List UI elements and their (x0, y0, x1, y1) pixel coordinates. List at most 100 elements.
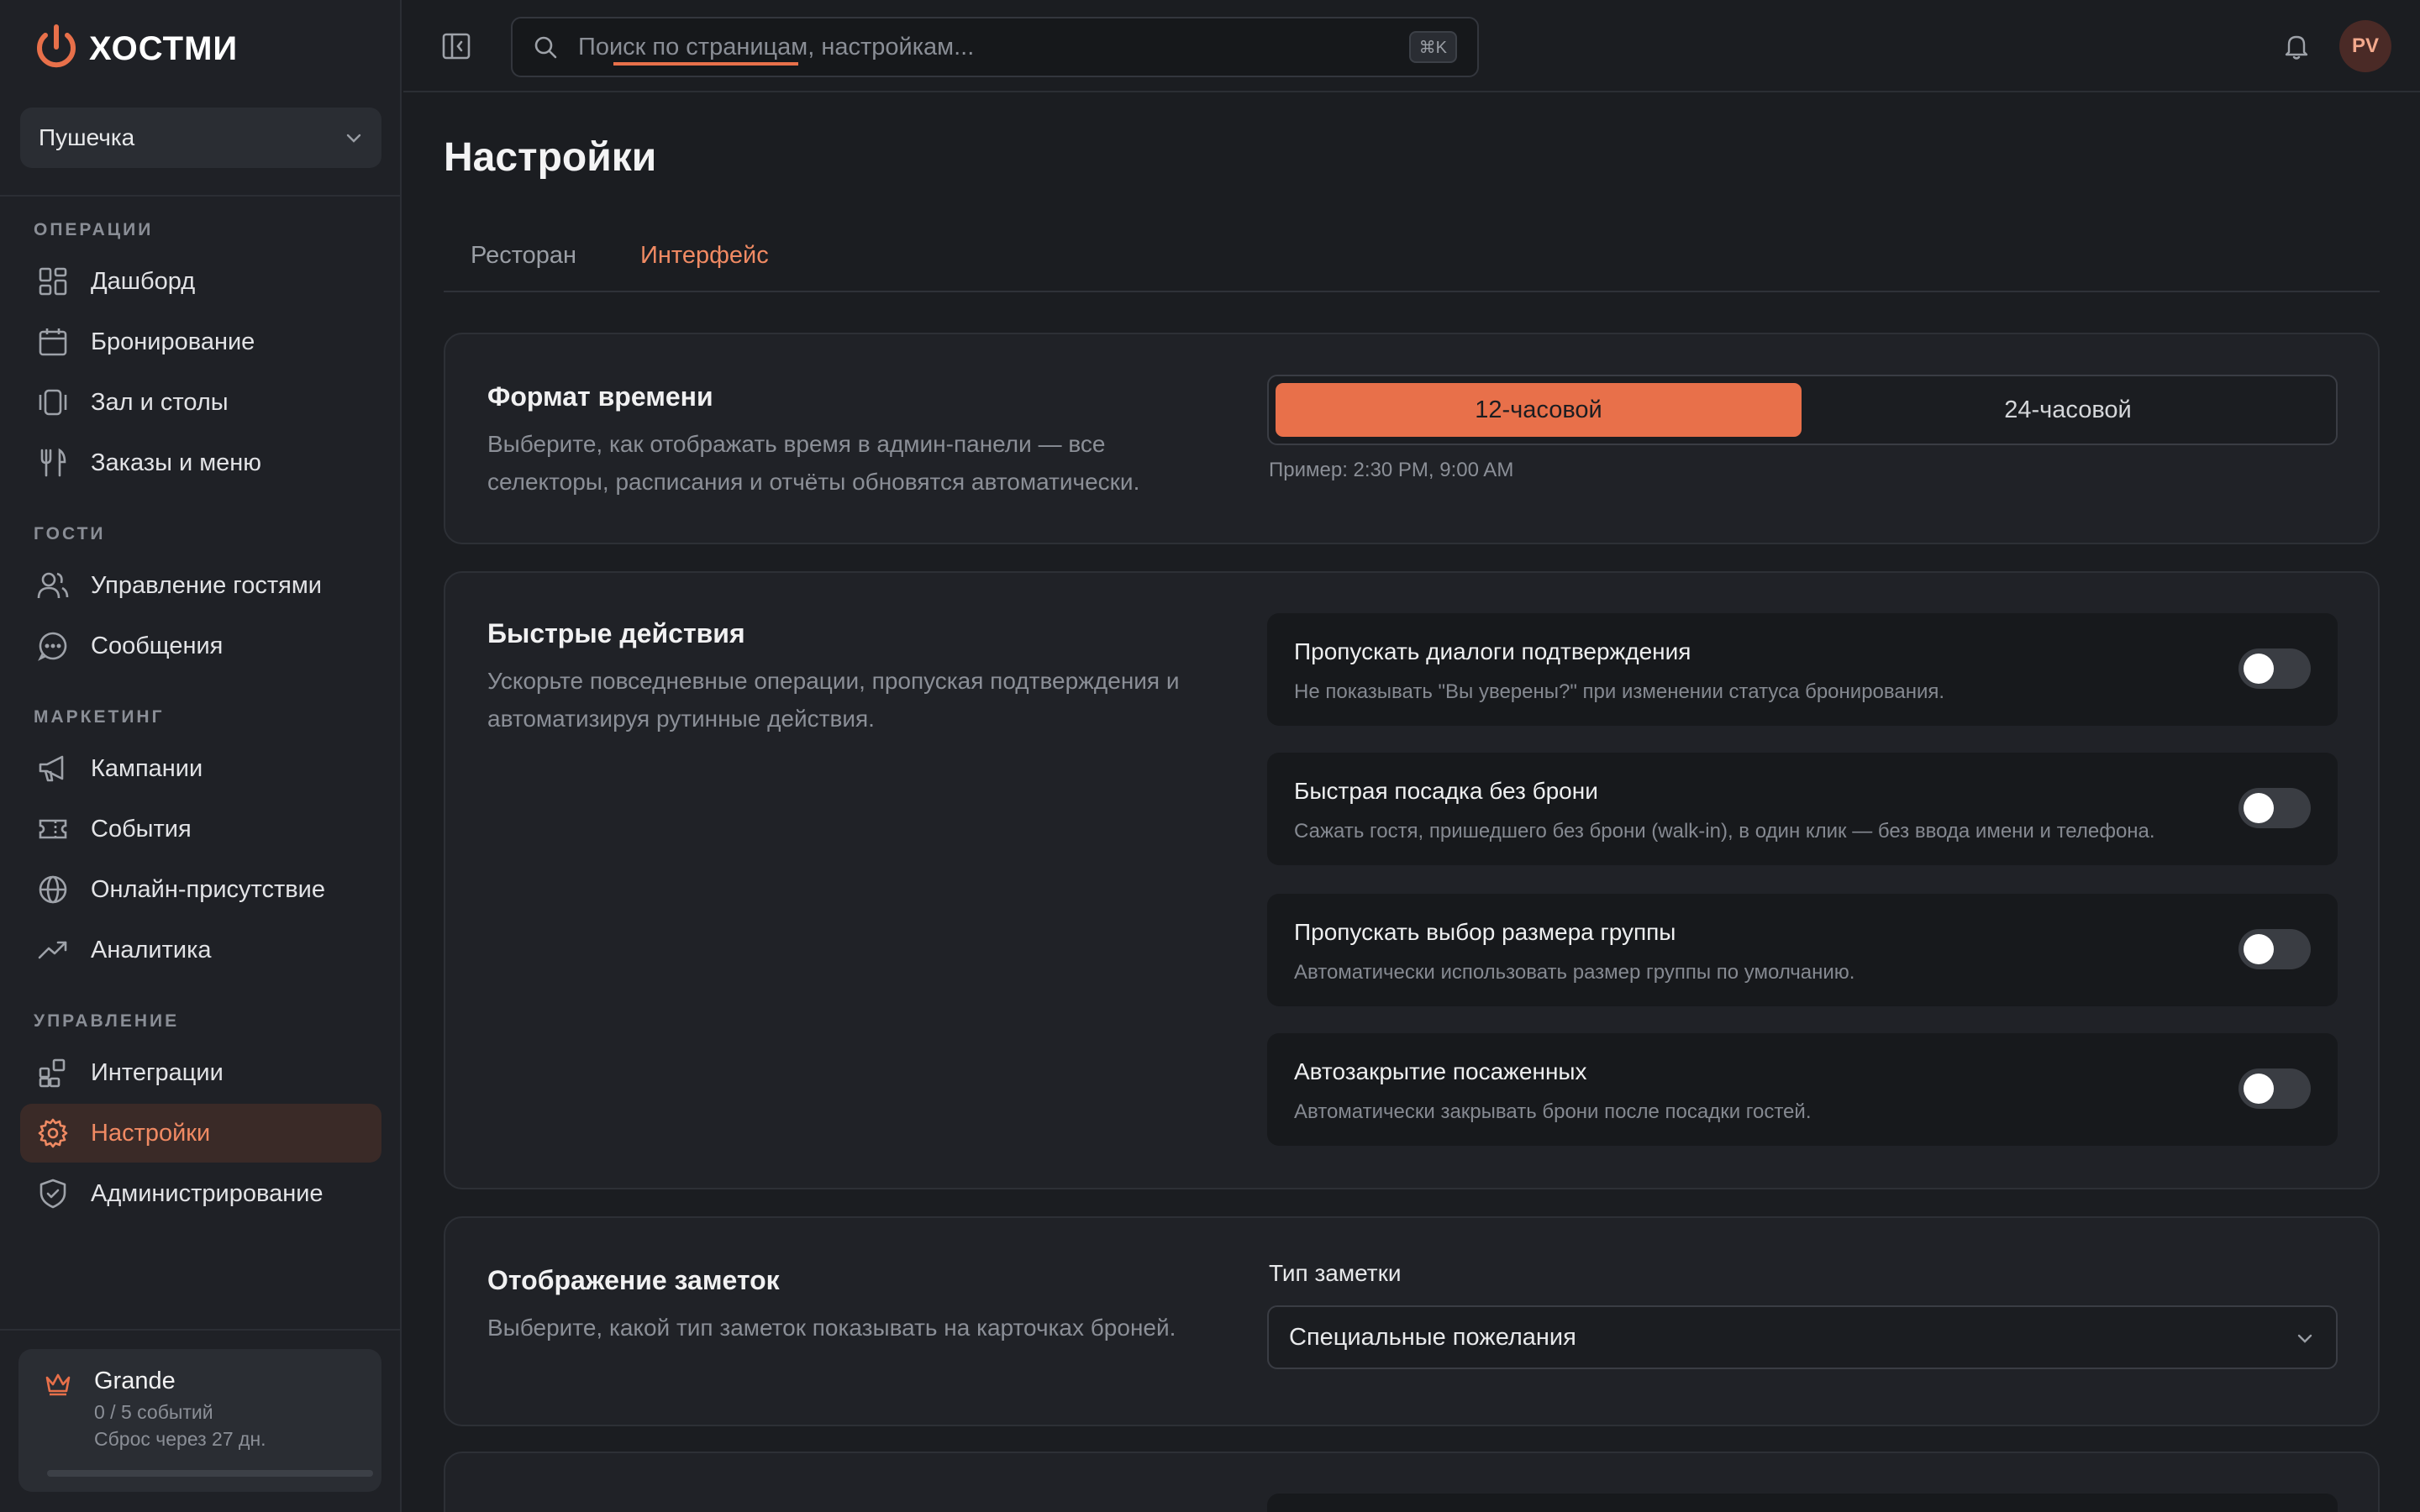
brand-logo[interactable]: ХОСТМИ (34, 24, 238, 74)
option-description: Автоматически закрывать брони после поса… (1294, 1100, 1812, 1123)
toggle-auto-close-seated[interactable] (2238, 1068, 2311, 1109)
option-title: Пропускать диалоги подтверждения (1294, 638, 1691, 664)
plan-usage: 0 / 5 событий (94, 1401, 213, 1423)
plan-progress-bar (47, 1470, 373, 1477)
sidebar-item-settings[interactable]: Настройки (20, 1104, 381, 1163)
sidebar-item-label: Кампании (91, 754, 203, 782)
sidebar-divider (0, 1329, 402, 1331)
notes-display-title: Отображение заметок (487, 1265, 780, 1295)
gear-icon (38, 1118, 68, 1148)
sidebar-item-label: Администрирование (91, 1179, 324, 1207)
section-label-guests: ГОСТИ (34, 524, 106, 543)
sidebar-item-label: Заказы и меню (91, 449, 262, 476)
sidebar-item-label: Зал и столы (91, 388, 229, 416)
option-description: Не показывать "Вы уверены?" при изменени… (1294, 680, 1945, 703)
sidebar-item-campaigns[interactable]: Кампании (20, 739, 381, 798)
integrations-icon (39, 1058, 66, 1088)
dashboard-icon (39, 267, 67, 296)
section-label-operations: ОПЕРАЦИИ (34, 220, 154, 239)
crown-icon (45, 1373, 71, 1396)
sidebar: ХОСТМИ Пушечка ОПЕРАЦИИ Дашборд Брониров… (0, 0, 402, 1512)
option-skip-party-size: Пропускать выбор размера группы Автомати… (1267, 894, 2338, 1006)
section-label-management: УПРАВЛЕНИЕ (34, 1011, 180, 1031)
notes-display-card: Отображение заметок Выберите, какой тип … (444, 1216, 2380, 1426)
option-description: Автоматически использовать размер группы… (1294, 961, 1855, 984)
option-title: Пропускать выбор размера группы (1294, 919, 1676, 945)
sidebar-item-messages[interactable]: Сообщения (20, 617, 381, 675)
sidebar-toggle-icon[interactable] (440, 30, 472, 62)
megaphone-icon (39, 755, 64, 782)
sidebar-item-label: Настройки (91, 1119, 211, 1147)
sidebar-item-events[interactable]: События (20, 800, 381, 858)
sidebar-item-label: Бронирование (91, 328, 255, 355)
globe-icon (39, 875, 67, 904)
brand-name: ХОСТМИ (89, 29, 239, 67)
tables-icon (39, 389, 67, 416)
sidebar-item-admin[interactable]: Администрирование (20, 1164, 381, 1223)
notes-display-description: Выберите, какой тип заметок показывать н… (487, 1315, 1176, 1341)
time-format-example: Пример: 2:30 PM, 9:00 AM (1269, 459, 1514, 481)
toggle-skip-party-size[interactable] (2238, 929, 2311, 969)
time-format-title: Формат времени (487, 381, 713, 412)
tab-interface[interactable]: Интерфейс (640, 242, 769, 270)
time-format-switch: 12-часовой 24-часовой (1267, 375, 2338, 445)
time-format-description: Выберите, как отображать время в админ-п… (487, 431, 1140, 495)
quick-actions-card: Быстрые действия Ускорьте повседневные о… (444, 571, 2380, 1189)
sidebar-item-guests[interactable]: Управление гостями (20, 556, 381, 615)
note-type-select[interactable]: Специальные пожелания (1267, 1305, 2338, 1369)
shield-icon (39, 1179, 66, 1209)
quick-actions-description: Ускорьте повседневные операции, пропуска… (487, 668, 1180, 732)
option-auto-close-seated: Автозакрытие посаженных Автоматически за… (1267, 1033, 2338, 1146)
sidebar-item-label: Дашборд (91, 267, 196, 295)
section-label-marketing: МАРКЕТИНГ (34, 707, 165, 727)
sidebar-item-label: События (91, 815, 192, 843)
next-card-field (1267, 1494, 2338, 1512)
sidebar-item-booking[interactable]: Бронирование (20, 312, 381, 371)
time-format-card: Формат времени Выберите, как отображать … (444, 333, 2380, 544)
sidebar-item-dashboard[interactable]: Дашборд (20, 252, 381, 311)
users-icon (37, 572, 69, 599)
restaurant-select[interactable]: Пушечка (20, 108, 381, 168)
settings-tabs: Ресторан Интерфейс (444, 227, 2380, 292)
sidebar-item-tables[interactable]: Зал и столы (20, 373, 381, 432)
utensils-icon (40, 448, 66, 477)
toggle-knob (2244, 934, 2274, 964)
sidebar-item-analytics[interactable]: Аналитика (20, 921, 381, 979)
note-type-value: Специальные пожелания (1289, 1323, 1576, 1351)
chevron-down-icon (346, 134, 361, 143)
sidebar-item-label: Сообщения (91, 632, 224, 659)
calendar-icon (39, 328, 67, 356)
sidebar-item-online[interactable]: Онлайн-присутствие (20, 860, 381, 919)
plan-card[interactable]: Grande 0 / 5 событий Сброс через 27 дн. (18, 1349, 381, 1492)
power-flame-icon (37, 24, 76, 68)
restaurant-name: Пушечка (39, 124, 135, 150)
option-skip-confirm: Пропускать диалоги подтверждения Не пока… (1267, 613, 2338, 726)
bell-icon[interactable] (2282, 32, 2311, 60)
sidebar-item-label: Интеграции (91, 1058, 224, 1086)
search-placeholder: Поиск по страницам, настройкам... (578, 33, 975, 60)
message-icon (38, 632, 67, 661)
toggle-knob (2244, 1074, 2274, 1104)
sidebar-divider (0, 195, 402, 197)
avatar[interactable]: PV (2339, 20, 2391, 72)
search-icon (534, 36, 557, 59)
option-title: Автозакрытие посаженных (1294, 1058, 1587, 1084)
sidebar-item-label: Аналитика (91, 936, 212, 963)
trend-icon (38, 941, 67, 959)
toggle-knob (2244, 654, 2274, 684)
chevron-down-icon (2297, 1334, 2312, 1343)
next-settings-card (444, 1452, 2380, 1512)
time-format-option-12h[interactable]: 12-часовой (1276, 383, 1802, 437)
page-title: Настройки (444, 135, 657, 180)
toggle-skip-confirm[interactable] (2238, 648, 2311, 689)
tab-restaurant[interactable]: Ресторан (471, 242, 576, 270)
search-input[interactable]: Поиск по страницам, настройкам... ⌘K (511, 17, 1479, 77)
sidebar-item-orders[interactable]: Заказы и меню (20, 433, 381, 492)
sidebar-item-integrations[interactable]: Интеграции (20, 1043, 381, 1102)
toggle-quick-walkin[interactable] (2238, 788, 2311, 828)
time-format-option-24h[interactable]: 24-часовой (1805, 383, 2331, 437)
topbar: Поиск по страницам, настройкам... ⌘K PV (403, 0, 2420, 92)
plan-reset: Сброс через 27 дн. (94, 1428, 266, 1450)
active-tab-indicator (613, 62, 798, 66)
toggle-knob (2244, 793, 2274, 823)
